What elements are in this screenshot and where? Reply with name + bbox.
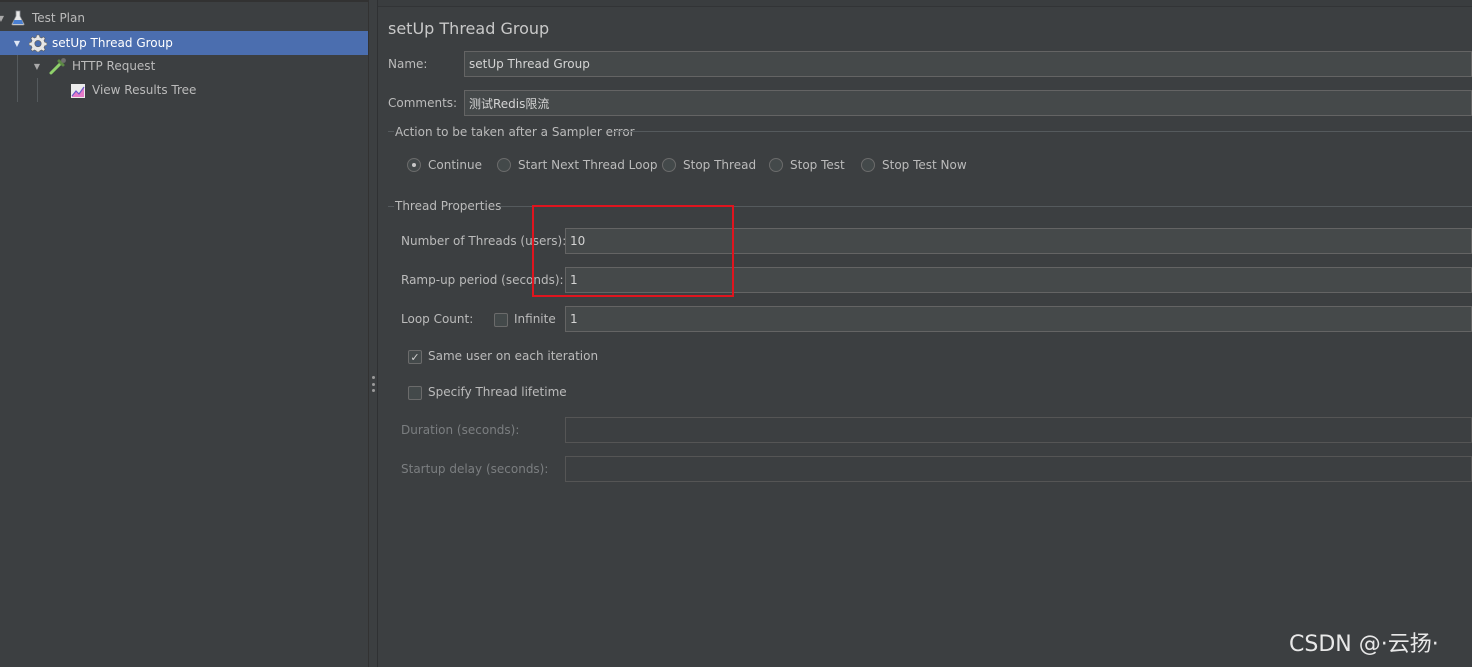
tree-item-label: Test Plan <box>32 11 85 25</box>
infinite-label[interactable]: Infinite <box>514 312 556 326</box>
radio-start-next-thread-loop-label[interactable]: Start Next Thread Loop <box>518 158 657 172</box>
test-plan-tree: ▼ Test Plan ▼ setUp Thread Group ▼ HTTP … <box>0 0 368 667</box>
watermark-text: CSDN @·云扬· <box>1289 632 1439 657</box>
panel-top-border <box>378 0 1472 7</box>
radio-continue-label[interactable]: Continue <box>428 158 482 172</box>
radio-stop-test[interactable] <box>769 158 783 172</box>
tree-top-border <box>0 0 368 2</box>
highlight-annotation-box <box>532 205 734 297</box>
radio-stop-thread-label[interactable]: Stop Thread <box>683 158 756 172</box>
thread-lifetime-label[interactable]: Specify Thread lifetime <box>428 385 567 399</box>
same-user-checkbox[interactable]: ✓ <box>408 350 422 364</box>
infinite-checkbox[interactable] <box>494 313 508 327</box>
loop-count-label: Loop Count: <box>401 312 474 326</box>
comments-label: Comments: <box>388 96 458 110</box>
chevron-down-icon[interactable]: ▼ <box>0 13 6 23</box>
gear-icon <box>29 34 47 52</box>
comments-field[interactable]: 测试Redis限流 <box>464 90 1472 116</box>
tree-item-label: setUp Thread Group <box>52 36 173 50</box>
tree-item-label: HTTP Request <box>72 59 156 73</box>
duration-label: Duration (seconds): <box>401 423 520 437</box>
jmeter-window: ▼ Test Plan ▼ setUp Thread Group ▼ HTTP … <box>0 0 1472 667</box>
same-user-label[interactable]: Same user on each iteration <box>428 349 598 363</box>
checkmark-icon: ✓ <box>410 350 420 364</box>
tree-item-setup-thread-group[interactable]: ▼ setUp Thread Group <box>0 31 368 55</box>
name-label: Name: <box>388 57 428 71</box>
section-border <box>388 131 394 132</box>
thread-properties-legend: Thread Properties <box>395 199 502 213</box>
sampler-error-legend: Action to be taken after a Sampler error <box>395 125 635 139</box>
section-border <box>388 206 394 207</box>
duration-field <box>565 417 1472 443</box>
radio-stop-test-now[interactable] <box>861 158 875 172</box>
tree-item-label: View Results Tree <box>92 83 197 97</box>
tree-item-test-plan[interactable]: ▼ Test Plan <box>0 6 368 30</box>
section-border <box>613 131 1472 132</box>
radio-start-next-thread-loop[interactable] <box>497 158 511 172</box>
drag-handle-icon[interactable] <box>372 376 375 392</box>
split-pane-divider[interactable] <box>368 0 378 667</box>
thread-group-editor: setUp Thread Group Name: setUp Thread Gr… <box>378 0 1472 667</box>
chevron-down-icon[interactable]: ▼ <box>12 38 22 48</box>
startup-delay-label: Startup delay (seconds): <box>401 462 549 476</box>
startup-delay-field <box>565 456 1472 482</box>
graph-icon <box>69 82 87 100</box>
radio-stop-test-now-label[interactable]: Stop Test Now <box>882 158 967 172</box>
pipette-icon <box>49 57 67 75</box>
tree-item-view-results-tree[interactable]: View Results Tree <box>0 78 368 102</box>
chevron-down-icon[interactable]: ▼ <box>32 61 42 71</box>
radio-stop-thread[interactable] <box>662 158 676 172</box>
thread-lifetime-checkbox[interactable] <box>408 386 422 400</box>
radio-stop-test-label[interactable]: Stop Test <box>790 158 845 172</box>
radio-continue[interactable] <box>407 158 421 172</box>
page-title: setUp Thread Group <box>388 19 550 38</box>
name-field[interactable]: setUp Thread Group <box>464 51 1472 77</box>
loop-count-field[interactable]: 1 <box>565 306 1472 332</box>
flask-icon <box>9 9 27 27</box>
tree-item-http-request[interactable]: ▼ HTTP Request <box>0 54 368 78</box>
